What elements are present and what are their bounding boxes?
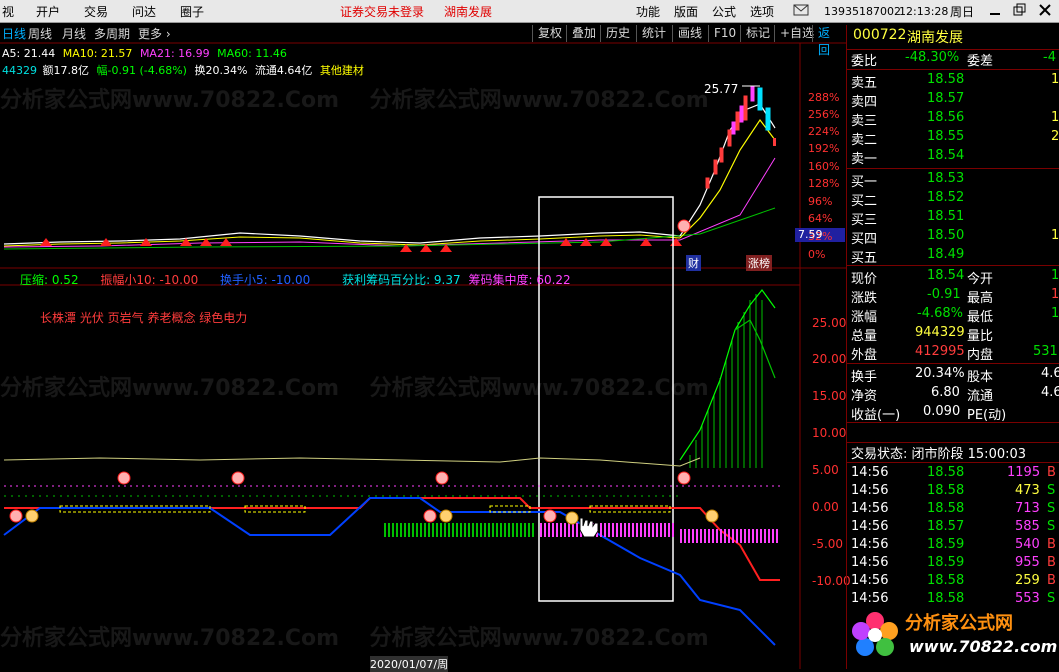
tick-row: 14:56 18.59 955 B [851,555,1056,570]
bottom-date: 2020/01/07/周 [370,656,449,672]
quote-stats: 现价 18.54 今开 1 涨跌 -0.91 最高 1 涨幅 -4.68% 最低 1 总量 9443… [847,265,1059,363]
last-candle [773,138,776,146]
chart-canvas[interactable] [0,0,846,669]
buy-signal-icon[interactable] [677,219,691,233]
money-bag-icon[interactable] [565,511,579,525]
minimize-icon[interactable] [988,4,1002,19]
buy-row-5[interactable]: 买五 18.49 [847,247,1059,266]
ball-icon[interactable] [423,509,437,523]
chip-concentration-value: 筹码集中度: 60.22 [468,273,571,287]
trade-status: 交易状态: 闭市阶段 15:00:03 [847,442,1059,462]
stock-name: 湖南发展 [907,30,963,46]
tick-row: 14:56 18.59 540 B [851,537,1056,552]
tick-row: 14:56 18.58 473 S [851,483,1056,498]
chip-concentration-line [3,457,701,467]
selection-box[interactable] [538,196,674,602]
cyan-candles [757,87,771,131]
compress-value: 压缩: 0.52 [20,273,79,287]
tick-row: 14:56 18.58 259 B [851,573,1056,588]
buy-row-1[interactable]: 买一 18.53 [847,171,1059,190]
sell-row-2[interactable]: 卖二 18.55 2 [847,129,1059,148]
flower-logo-icon [852,612,898,656]
price-candles [3,157,776,250]
ball-icon[interactable] [435,471,449,485]
stock-header: 000722 湖南发展 [847,27,1059,47]
profit-chip-value: 获利筹码百分比: 9.37 [342,273,461,287]
sell-book: 卖五 18.58 1 卖四 18.57 卖三 18.56 1 卖二 18.55 2 卖一 18.… [847,69,1059,167]
indicator-header: 压缩: 0.52 振幅小10: -10.00 换手小5: -10.00 获利筹码… [20,271,571,288]
buy-row-4[interactable]: 买四 18.50 1 [847,228,1059,247]
buy-row-3[interactable]: 买三 18.51 [847,209,1059,228]
tick-row: 14:56 18.58 713 S [851,501,1056,516]
profit-chip-line-2 [734,319,776,379]
ball-icon[interactable] [9,509,23,523]
sell-row-1[interactable]: 卖一 18.54 [847,148,1059,167]
profit-chip-line [679,289,776,461]
tick-row: 14:56 18.58 1195 B [851,465,1056,480]
money-bag-icon[interactable] [705,509,719,523]
current-price-tag: 7.59 [798,228,823,241]
ball-icon[interactable] [231,471,245,485]
buy-book: 买一 18.53 买二 18.52 买三 18.51 买四 18.50 1 买五 18.49 [847,168,1059,266]
tick-row: 14:56 18.57 585 S [851,519,1056,534]
peak-price-label: 25.77 [704,82,739,96]
buy-row-2[interactable]: 买二 18.52 [847,190,1059,209]
sell-row-3[interactable]: 卖三 18.56 1 [847,110,1059,129]
blue-trend-line [3,497,776,646]
sell-row-5[interactable]: 卖五 18.58 1 [847,72,1059,91]
tick-list[interactable]: 14:56 18.58 1195 B 14:56 18.58 473 S 14:56 18.5… [847,462,1059,606]
volume-bars [689,294,763,468]
limit-up-tag[interactable]: 涨榜 [746,255,772,271]
site-logo: 分析家公式网 www.70822.com [847,603,1059,669]
sell-row-4[interactable]: 卖四 18.57 [847,91,1059,110]
turnover-small-value: 换手小5: -10.00 [220,273,311,287]
restore-icon[interactable] [1012,3,1026,20]
hand-cursor-icon [579,517,599,538]
quote-panel: 000722 湖南发展 委比 -48.30% 委差 -4 卖五 18.58 1 卖四… [846,25,1059,669]
ball-icon[interactable] [543,509,557,523]
ball-icon[interactable] [117,471,131,485]
stock-code: 000722 [853,27,907,43]
ball-icon[interactable] [677,471,691,485]
close-icon[interactable] [1038,3,1052,20]
money-bag-icon[interactable] [439,509,453,523]
weekday: 周日 [950,5,975,19]
ma5-line [679,103,776,237]
amplitude-value: 振幅小10: -10.00 [100,273,199,287]
promo-link[interactable] [847,422,1059,442]
money-bag-icon[interactable] [25,509,39,523]
clock: 12:13:28 [899,5,949,18]
concept-tags[interactable]: 长株潭 光伏 页岩气 养老概念 绿色电力 [40,309,247,326]
finance-tag[interactable]: 财 [686,255,701,271]
share-stats: 换手 20.34% 股本 4.6 净资 6.80 流通 4.6 收益(一) 0.090 PE(动… [847,363,1059,423]
webi-row: 委比 -48.30% 委差 -4 [847,49,1059,69]
